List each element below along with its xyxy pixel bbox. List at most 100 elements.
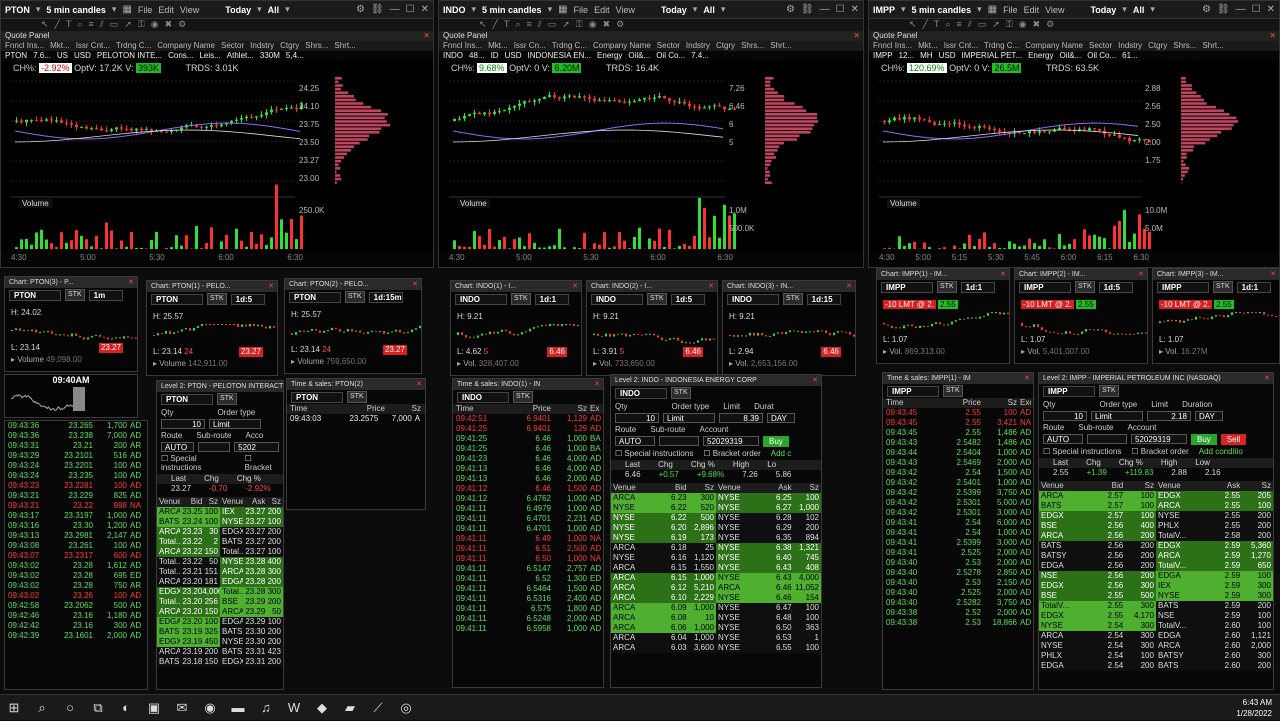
- symbol-selector[interactable]: IMPP: [873, 5, 895, 15]
- timeframe-selector[interactable]: 1d:1: [1237, 282, 1271, 293]
- quote-col[interactable]: Trdng C...: [552, 41, 587, 51]
- ask-level[interactable]: BSE23.29200: [220, 597, 283, 607]
- ladder-row[interactable]: ARCA23.22150Total...23.27100: [157, 547, 283, 557]
- ladder-row[interactable]: BSE2.56400PHLX2.55200: [1039, 521, 1273, 531]
- bid-level[interactable]: ARCA2.56200: [1039, 531, 1156, 541]
- bid-level[interactable]: ARCA2.54300: [1039, 631, 1156, 641]
- close-icon[interactable]: ✕: [1000, 269, 1009, 280]
- menu-edit[interactable]: Edit: [158, 5, 174, 15]
- minimize-icon[interactable]: —: [820, 4, 830, 15]
- ask-level[interactable]: EDGA2.601,121: [1156, 631, 1273, 641]
- lock-icon[interactable]: ⚿: [138, 19, 145, 31]
- clock[interactable]: 6:43 AM1/28/2022: [1236, 697, 1272, 719]
- zoom-icon[interactable]: ⌕: [515, 19, 520, 31]
- line-icon[interactable]: ╱: [493, 19, 498, 31]
- time-and-sales-pton_ts[interactable]: Time & sales: PTON(2)✕ PTONSTK TimePrice…: [286, 378, 426, 510]
- ask-level[interactable]: NYSE2.59300: [1156, 591, 1273, 601]
- subroute-select[interactable]: [198, 442, 231, 452]
- ladder-row[interactable]: BSE2.55500NYSE2.59300: [1039, 591, 1273, 601]
- candles-selector[interactable]: 5 min candles: [912, 5, 972, 15]
- bracket-order-checkbox[interactable]: ☐ Bracket order: [703, 449, 760, 458]
- quote-col[interactable]: Company Name: [593, 41, 651, 51]
- quote-col[interactable]: Shrs...: [741, 41, 764, 51]
- close-icon[interactable]: ✕: [416, 379, 425, 390]
- chevron-down-icon[interactable]: ▾: [472, 4, 477, 15]
- ladder-row[interactable]: ARCA6.151,550NYSE6.43408: [611, 563, 821, 573]
- mini-chart-impp[interactable]: Chart: IMPP(3) - IM...✕ IMPPSTK1d:1-10 L…: [1152, 268, 1280, 364]
- ts-col-header[interactable]: Price: [339, 404, 385, 414]
- timeframe-selector[interactable]: 1d:15m: [369, 292, 403, 303]
- ask-level[interactable]: EDGA23.28200: [220, 577, 283, 587]
- text-icon[interactable]: T: [934, 19, 940, 31]
- line-icon[interactable]: ╱: [55, 19, 60, 31]
- mini-chart-impp[interactable]: Chart: IMPP(2) - IM...✕ IMPPSTK1d:5-10 L…: [1014, 268, 1148, 364]
- ladder-row[interactable]: BATS2.56200EDGX2.595,360: [1039, 541, 1273, 551]
- search-icon[interactable]: ⌕: [28, 695, 56, 721]
- menu-view[interactable]: View: [616, 5, 635, 15]
- symbol-input[interactable]: PTON: [289, 292, 341, 303]
- ts-col-header[interactable]: Price: [505, 404, 551, 414]
- gear-icon[interactable]: ⚙: [356, 4, 365, 15]
- bracket-order-checkbox[interactable]: ☐ Bracket order: [1131, 447, 1188, 456]
- menu-edit[interactable]: Edit: [1024, 5, 1040, 15]
- ask-level[interactable]: BATS2.60200: [1156, 661, 1273, 671]
- time-and-sales-impp_ts[interactable]: Time & sales: IMPP(1) - IM✕ IMPPSTK Time…: [882, 372, 1034, 690]
- order-badge[interactable]: -10 LMT @ 2.: [883, 300, 936, 309]
- ask-level[interactable]: TotalV...2.60100: [1156, 621, 1273, 631]
- bid-level[interactable]: ARCA23.22150: [157, 547, 220, 557]
- level2-pton_small[interactable]: Level 2: PTON - PELOTON INTERACT✕ PTONST…: [156, 380, 284, 690]
- bid-level[interactable]: NYSE6.22520: [611, 503, 716, 513]
- mini-chart-indo[interactable]: Chart: INDO(1) - I...✕ INDOSTK1d:1H: 9.2…: [450, 280, 582, 376]
- ladder-row[interactable]: ARCA6.151,000NYSE6.434,000: [611, 573, 821, 583]
- bid-level[interactable]: EDGA23.20100: [157, 617, 220, 627]
- symbol-input[interactable]: PTON: [9, 290, 61, 301]
- ladder-row[interactable]: EDGA2.54200BATS2.60200: [1039, 661, 1273, 671]
- channel-icon[interactable]: ⫽: [968, 19, 972, 31]
- ask-level[interactable]: NYSE6.531: [716, 633, 821, 643]
- maximize-icon[interactable]: ☐: [1252, 4, 1261, 15]
- ladder-row[interactable]: EDGA23.20100EDGA23.29100: [157, 617, 283, 627]
- symbol-selector[interactable]: INDO: [443, 5, 466, 15]
- bid-level[interactable]: NSE2.56200: [1039, 571, 1156, 581]
- limit-price-input[interactable]: 8.39: [719, 413, 763, 423]
- link-icon[interactable]: ⛓: [371, 4, 384, 15]
- ladder-row[interactable]: EDGX23.204,006Total...23.28300: [157, 587, 283, 597]
- ask-level[interactable]: IEX2.59300: [1156, 581, 1273, 591]
- close-icon[interactable]: ✕: [1138, 269, 1147, 280]
- bid-level[interactable]: BSE2.55500: [1039, 591, 1156, 601]
- ask-level[interactable]: EDGX2.595,360: [1156, 541, 1273, 551]
- bid-level[interactable]: ARCA23.2330: [157, 527, 220, 537]
- timeframe-selector[interactable]: 1d:5: [671, 294, 705, 305]
- route-select[interactable]: AUTO: [161, 442, 194, 452]
- ladder-row[interactable]: BATS23.18150EDGX23.31200: [157, 657, 283, 667]
- quote-col[interactable]: Indstry: [250, 41, 274, 51]
- ask-level[interactable]: NYSE2.55200: [1156, 511, 1273, 521]
- symbol-input[interactable]: INDO: [591, 294, 643, 305]
- quote-col[interactable]: Mkt...: [488, 41, 508, 51]
- scope-selector[interactable]: All: [268, 5, 280, 15]
- eye-icon[interactable]: ◉: [589, 19, 597, 31]
- bid-level[interactable]: NYSE6.19173: [611, 533, 716, 543]
- ladder-row[interactable]: NYSE2.54300TotalV...2.60100: [1039, 621, 1273, 631]
- gear-icon[interactable]: ⚙: [786, 4, 795, 15]
- duration-select[interactable]: DAY: [767, 413, 795, 423]
- range-selector[interactable]: Today: [225, 5, 251, 15]
- rect-icon[interactable]: ▭: [978, 19, 987, 31]
- quote-col[interactable]: Ctgry: [280, 41, 299, 51]
- close-icon[interactable]: ✕: [812, 375, 821, 386]
- ask-level[interactable]: NYSE6.25100: [716, 493, 821, 503]
- ladder-row[interactable]: ARCA23.20181EDGA23.28200: [157, 577, 283, 587]
- symbol-input[interactable]: PTON: [161, 394, 213, 405]
- store-icon[interactable]: ▣: [140, 695, 168, 721]
- drawing-toolbar[interactable]: ↖╱T⌕≡⫽▭➚⚿◉✖⚙: [1, 19, 433, 31]
- bid-level[interactable]: NYSE6.22500: [611, 513, 716, 523]
- ladder-row[interactable]: EDGX2.554,170NSE2.59100: [1039, 611, 1273, 621]
- bid-level[interactable]: NYSE6.202,896: [611, 523, 716, 533]
- rect-icon[interactable]: ▭: [548, 19, 557, 31]
- ask-level[interactable]: ARCA2.591,270: [1156, 551, 1273, 561]
- ask-level[interactable]: ARCA23.2950: [220, 607, 283, 617]
- ask-level[interactable]: NYSE6.55100: [716, 643, 821, 653]
- settings-icon[interactable]: ⚙: [1046, 19, 1054, 31]
- lock-icon[interactable]: ⚿: [576, 19, 583, 31]
- mini-chart-pton[interactable]: Chart: PTON(3) - P...✕ PTONSTK1mH: 24.02…: [4, 276, 138, 372]
